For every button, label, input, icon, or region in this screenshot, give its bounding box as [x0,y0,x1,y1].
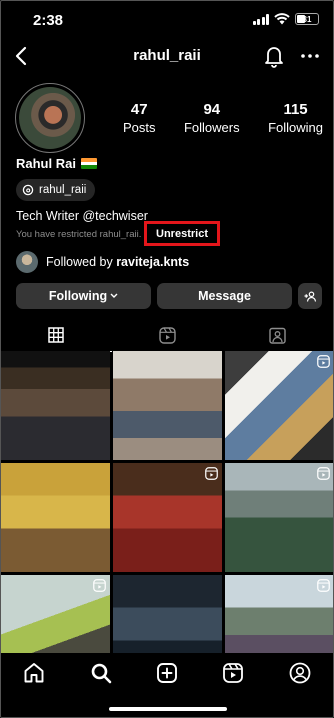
profile-stats: 47 Posts 94 Followers 115 Following [123,101,323,135]
profile-action-buttons: Following Message [16,283,322,309]
stat-followers-label: Followers [183,120,240,135]
post-thumbnail[interactable] [1,351,110,460]
post-thumbnail[interactable] [113,351,222,460]
notification-bell-icon[interactable] [263,44,285,68]
message-button-label: Message [198,289,251,303]
status-time: 2:38 [33,12,64,29]
grid-icon [48,327,65,343]
stat-following[interactable]: 115 Following [268,101,323,135]
following-button-label: Following [48,289,108,303]
post-thumbnail[interactable] [113,463,222,572]
profile-avatar[interactable] [15,83,85,153]
followed-by-row[interactable]: Followed by raviteja.knts [16,251,189,273]
reel-badge-icon [317,467,330,480]
stat-followers-count: 94 [203,101,221,118]
wifi-icon [274,13,290,25]
reel-badge-icon [93,579,106,592]
mutual-follower-avatar [16,251,38,273]
suggest-users-button[interactable] [298,283,322,309]
post-thumbnail[interactable] [225,351,333,460]
status-bar: 2:38 31 [1,1,333,37]
profile-icon[interactable] [288,661,312,685]
home-icon[interactable] [22,661,46,685]
tab-tagged[interactable] [222,319,333,351]
reels-icon[interactable] [221,661,245,685]
message-button[interactable]: Message [157,283,292,309]
post-thumbnail[interactable] [225,463,333,572]
add-user-icon [304,290,316,302]
posts-grid [1,351,333,684]
stat-posts[interactable]: 47 Posts [123,101,156,135]
tab-posts[interactable] [1,319,112,352]
profile-bio: Tech Writer @techwiser [16,209,148,223]
chevron-down-icon [110,293,118,298]
profile-name-row: Rahul Rai [16,156,97,171]
battery-level: 31 [302,14,312,24]
battery-icon: 31 [295,13,319,25]
following-button[interactable]: Following [16,283,151,309]
tab-reels[interactable] [112,319,223,351]
threads-icon [22,184,34,196]
followed-by-user: raviteja.knts [116,255,190,269]
india-flag-icon [80,158,97,169]
reel-badge-icon [317,579,330,592]
threads-badge[interactable]: rahul_raii [16,179,96,201]
post-thumbnail[interactable] [1,463,110,572]
reels-icon [158,326,176,344]
tagged-icon [269,327,286,344]
stat-posts-count: 47 [130,101,148,118]
unrestrict-button[interactable]: Unrestrict [144,221,220,246]
followed-by-text: Followed by raviteja.knts [46,255,189,269]
more-options-icon[interactable] [299,44,321,68]
stat-following-label: Following [268,120,323,135]
app-screen: 2:38 31 rahul_raii 47 Posts 94 Followers… [0,0,334,718]
stat-followers[interactable]: 94 Followers [184,101,240,135]
reel-badge-icon [317,355,330,368]
status-icons: 31 [252,13,319,25]
display-name: Rahul Rai [16,156,76,171]
create-icon[interactable] [155,661,179,685]
followed-by-prefix: Followed by [46,255,113,269]
stat-posts-label: Posts [123,120,156,135]
avatar-photo [19,87,81,149]
stat-following-count: 115 [283,101,308,118]
home-indicator [109,707,227,711]
unrestrict-label: Unrestrict [156,227,208,240]
profile-header: rahul_raii [1,39,333,73]
reel-badge-icon [205,467,218,480]
threads-handle: rahul_raii [39,184,87,196]
bottom-navigation [1,653,333,717]
content-tabs [1,319,333,352]
search-icon[interactable] [89,661,113,685]
restricted-notice: You have restricted rahul_raii. [16,229,142,240]
signal-icon [252,13,269,25]
